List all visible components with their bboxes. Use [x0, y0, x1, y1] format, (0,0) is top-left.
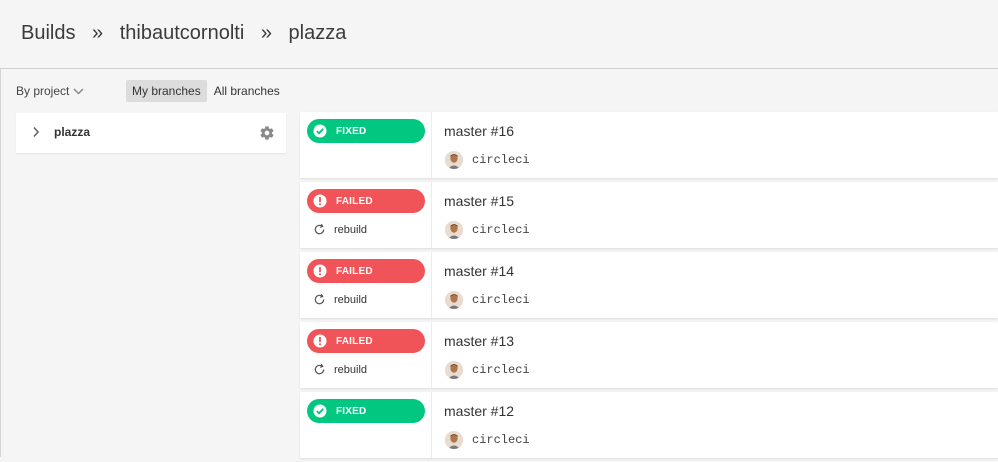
- column-divider: [431, 182, 432, 248]
- breadcrumb: Builds » thibautcornolti » plazza: [21, 22, 346, 45]
- refresh-icon: [314, 293, 325, 305]
- rebuild-button[interactable]: rebuild: [313, 223, 367, 236]
- refresh-icon: [314, 363, 325, 375]
- tab-all-branches[interactable]: All branches: [208, 80, 286, 102]
- avatar: [445, 151, 463, 169]
- build-row[interactable]: FAILED rebuild master #14 circleci: [300, 252, 998, 318]
- rebuild-label: rebuild: [334, 293, 368, 306]
- user-avatar-icon: [445, 361, 463, 379]
- build-row[interactable]: FAILED rebuild master #13 circleci: [300, 322, 998, 388]
- breadcrumb-project[interactable]: plazza: [289, 22, 347, 44]
- status-badge[interactable]: FIXED: [307, 399, 425, 423]
- status-label: FIXED: [336, 125, 367, 137]
- rebuild-button[interactable]: rebuild: [313, 293, 367, 306]
- avatar: [445, 431, 463, 449]
- page-header: Builds » thibautcornolti » plazza: [0, 0, 998, 69]
- check-circle-icon: [313, 124, 327, 138]
- build-title-link[interactable]: master #13: [444, 333, 514, 349]
- chevron-down-icon: [73, 87, 84, 95]
- refresh-icon: [314, 223, 325, 235]
- build-title-link[interactable]: master #16: [444, 123, 514, 139]
- status-badge[interactable]: FAILED: [307, 329, 425, 353]
- avatar: [445, 221, 463, 239]
- project-name: plazza: [54, 125, 91, 139]
- sidebar-item-project[interactable]: plazza: [16, 113, 286, 153]
- breadcrumb-separator: »: [92, 22, 104, 44]
- breadcrumb-builds[interactable]: Builds: [21, 22, 75, 44]
- user-avatar-icon: [445, 291, 463, 309]
- build-title-link[interactable]: master #15: [444, 193, 514, 209]
- build-row[interactable]: FAILED rebuild master #15 circleci: [300, 182, 998, 248]
- user-avatar-icon: [445, 151, 463, 169]
- project-filter-label: By project: [16, 84, 70, 98]
- column-divider: [431, 322, 432, 388]
- tab-my-branches[interactable]: My branches: [126, 80, 207, 102]
- breadcrumb-separator: »: [260, 22, 272, 44]
- column-divider: [431, 112, 432, 178]
- rebuild-button[interactable]: rebuild: [313, 363, 367, 376]
- check-circle-icon: [313, 404, 327, 418]
- build-user[interactable]: circleci: [472, 223, 530, 237]
- user-avatar-icon: [445, 221, 463, 239]
- build-user[interactable]: circleci: [472, 153, 530, 167]
- column-divider: [431, 392, 432, 458]
- alert-circle-icon: [313, 194, 327, 208]
- rebuild-label: rebuild: [334, 223, 368, 236]
- build-title-link[interactable]: master #14: [444, 263, 514, 279]
- status-badge[interactable]: FAILED: [307, 189, 425, 213]
- avatar: [445, 291, 463, 309]
- build-user[interactable]: circleci: [472, 293, 530, 307]
- build-row[interactable]: FIXED master #12 circleci: [300, 392, 998, 458]
- project-filter-dropdown[interactable]: By project: [16, 84, 84, 98]
- status-label: FIXED: [336, 405, 367, 417]
- build-user[interactable]: circleci: [472, 363, 530, 377]
- build-title-link[interactable]: master #12: [444, 403, 514, 419]
- sidebar-border: [0, 69, 1, 457]
- status-badge[interactable]: FIXED: [307, 119, 425, 143]
- build-user[interactable]: circleci: [472, 433, 530, 447]
- status-label: FAILED: [336, 265, 373, 277]
- status-label: FAILED: [336, 335, 373, 347]
- status-badge[interactable]: FAILED: [307, 259, 425, 283]
- user-avatar-icon: [445, 431, 463, 449]
- alert-circle-icon: [313, 334, 327, 348]
- build-row[interactable]: FIXED master #16 circleci: [300, 112, 998, 178]
- avatar: [445, 361, 463, 379]
- chevron-right-icon[interactable]: [32, 126, 40, 138]
- gear-icon[interactable]: [259, 125, 275, 141]
- status-label: FAILED: [336, 195, 373, 207]
- build-list: FIXED master #16 circleci FAILED rebuild mast…: [300, 112, 998, 462]
- branch-tabs: My branches All branches: [126, 80, 287, 102]
- column-divider: [431, 252, 432, 318]
- rebuild-label: rebuild: [334, 363, 368, 376]
- breadcrumb-org[interactable]: thibautcornolti: [120, 22, 245, 44]
- alert-circle-icon: [313, 264, 327, 278]
